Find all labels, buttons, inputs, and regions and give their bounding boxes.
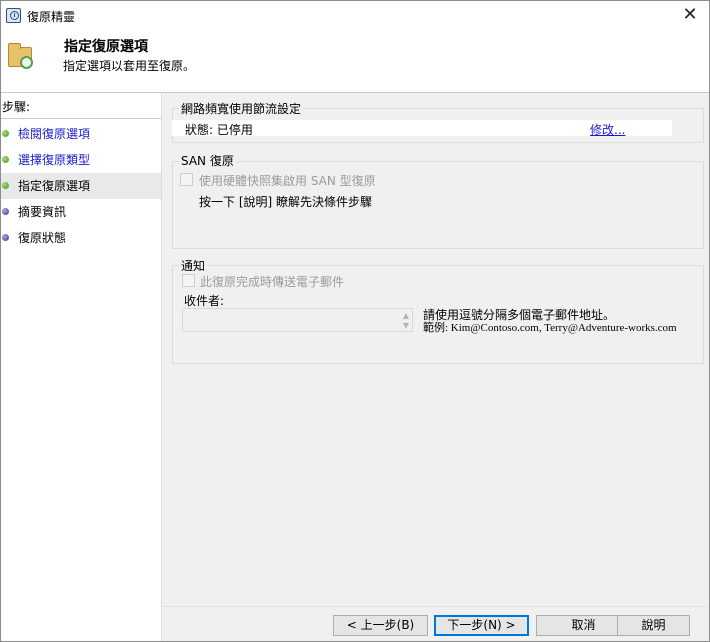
window-title: 復原精靈	[27, 10, 76, 24]
step-pending-icon	[2, 208, 9, 215]
san-checkbox-label: 使用硬體快照集啟用 SAN 型復原	[199, 174, 376, 188]
step-done-icon	[2, 130, 9, 137]
restore-wizard-window: 復原精靈 ✕ 指定復原選項 指定選項以套用至復原。 步驟: 檢閱復原選項 選擇復…	[0, 0, 710, 642]
footer-separator	[161, 606, 709, 607]
recipients-example: 範例: Kim@Contoso.com, Terry@Adventure-wor…	[423, 322, 677, 334]
recipients-label: 收件者:	[184, 294, 225, 308]
step-review-options[interactable]: 檢閱復原選項	[1, 121, 161, 147]
step-current-icon	[2, 182, 9, 189]
step-done-icon	[2, 156, 9, 163]
scroll-up-icon[interactable]: ▲	[402, 311, 410, 320]
step-label: 檢閱復原選項	[18, 127, 91, 141]
email-checkbox[interactable]	[182, 274, 195, 287]
step-label: 復原狀態	[18, 231, 67, 245]
recipients-input[interactable]: ▲ ▼	[182, 308, 413, 332]
step-label: 指定復原選項	[18, 179, 91, 193]
next-button[interactable]: 下一步(N) >	[434, 615, 529, 636]
help-button[interactable]: 說明	[617, 615, 690, 636]
page-title: 指定復原選項	[64, 39, 148, 55]
clock-icon	[6, 8, 21, 23]
san-help-text: 按一下 [說明] 瞭解先決條件步驟	[199, 195, 372, 209]
step-label: 摘要資訊	[18, 205, 67, 219]
step-restore-status: 復原狀態	[1, 225, 161, 251]
modify-link[interactable]: 修改...	[590, 121, 625, 138]
bandwidth-status: 狀態: 已停用	[185, 123, 253, 137]
step-summary: 摘要資訊	[1, 199, 161, 225]
email-checkbox-label: 此復原完成時傳送電子郵件	[200, 275, 345, 289]
back-button[interactable]: < 上一步(B)	[333, 615, 428, 636]
scroll-down-icon[interactable]: ▼	[402, 321, 410, 330]
notification-group-title: 通知	[179, 257, 208, 274]
title-bar: 復原精靈 ✕	[1, 1, 709, 30]
step-label: 選擇復原類型	[18, 153, 91, 167]
step-select-type[interactable]: 選擇復原類型	[1, 147, 161, 173]
step-specify-options: 指定復原選項	[1, 173, 161, 199]
bandwidth-group-title: 網路頻寬使用節流設定	[179, 100, 304, 117]
wizard-header: 指定復原選項 指定選項以套用至復原。	[1, 30, 709, 93]
step-pending-icon	[2, 234, 9, 241]
steps-panel: 步驟: 檢閱復原選項 選擇復原類型 指定復原選項 摘要資訊 復原狀態	[1, 93, 162, 641]
steps-heading: 步驟:	[1, 100, 162, 119]
page-subtitle: 指定選項以套用至復原。	[63, 59, 196, 73]
folder-restore-icon	[8, 43, 33, 69]
san-checkbox[interactable]	[180, 173, 193, 186]
san-group-title: SAN 復原	[179, 152, 236, 169]
close-button[interactable]: ✕	[677, 3, 703, 27]
